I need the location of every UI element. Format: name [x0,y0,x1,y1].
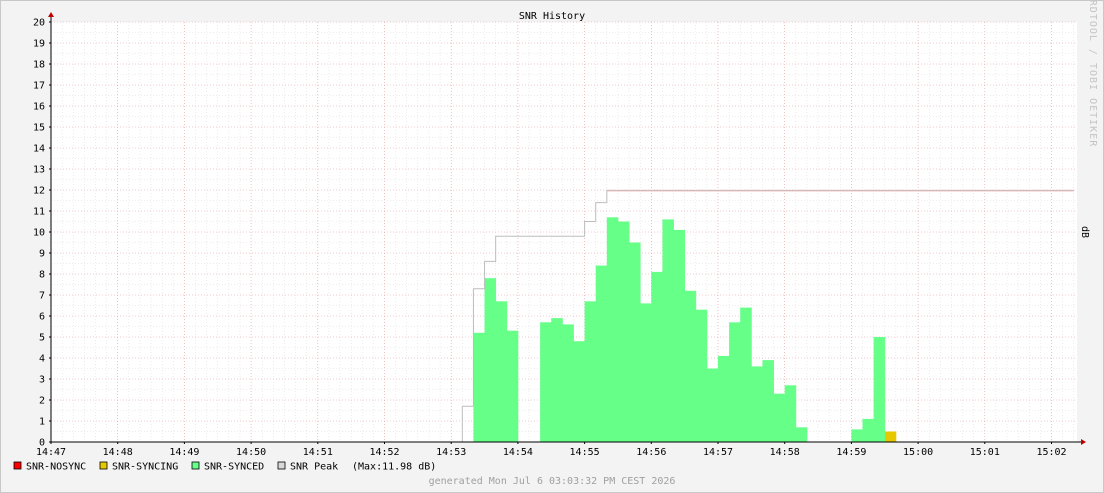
y-tick-label: 2 [39,396,45,407]
bar-snr-synced [729,322,741,442]
x-tick-label: 14:58 [770,447,800,458]
legend-swatch-snr-peak [277,461,286,470]
y-axis-arrow [48,12,54,17]
y-tick-labels: 01234567891011121314151617181920 [33,18,45,449]
bar-snr-synced [506,330,519,442]
y-tick-label: 12 [33,186,45,197]
bar-snr-synced [651,271,663,442]
bar-snr-synced [473,332,485,442]
x-tick-label: 14:51 [303,447,333,458]
y-tick-label: 11 [33,207,45,218]
legend-swatch-snr-nosync [13,461,22,470]
y-tick-label: 10 [33,228,45,239]
legend-max-note: (Max:11.98 dB) [352,462,436,473]
bar-snr-synced [706,368,719,442]
x-tick-label: 14:52 [369,447,399,458]
bar-snr-synced [640,303,652,442]
bar-snr-synced [795,427,808,442]
x-tick-label: 14:47 [36,447,66,458]
y-tick-label: 19 [33,39,45,50]
y-tick-label: 16 [33,102,45,113]
x-tick-label: 14:55 [570,447,600,458]
x-axis-arrow [1081,439,1086,445]
bar-snr-synced [784,385,797,442]
y-tick-label: 6 [39,312,45,323]
bar-snr-synced [551,318,563,442]
x-tick-label: 14:49 [169,447,199,458]
y-tick-label: 13 [33,165,45,176]
footer-generated: generated Mon Jul 6 03:03:32 PM CEST 202… [429,476,676,487]
legend-label: SNR-SYNCING [112,462,178,473]
y-tick-label: 17 [33,81,45,92]
legend-label: SNR-NOSYNC [26,462,86,473]
x-tick-label: 14:54 [503,447,533,458]
bar-snr-synced [684,290,697,442]
bar-snr-synced [629,242,641,442]
x-tick-label: 15:01 [970,447,1000,458]
bar-snr-synced [740,307,752,442]
x-tick-label: 14:53 [436,447,466,458]
bar-snr-synced [695,309,708,442]
y-tick-label: 9 [39,249,45,260]
x-tick-label: 15:02 [1036,447,1066,458]
x-tick-label: 14:57 [703,447,733,458]
y-tick-label: 5 [39,333,45,344]
bar-snr-synced [484,278,497,442]
bar-snr-synced [751,366,763,442]
watermark: RRDTOOL / TOBI OETIKER [1087,0,1098,147]
bar-snr-synced [851,429,863,442]
x-tick-label: 14:50 [236,447,266,458]
x-tick-label: 14:56 [636,447,666,458]
y-tick-label: 3 [39,375,45,386]
chart-title: SNR History [519,11,585,22]
bar-snr-synced [540,322,552,442]
bar-snr-synced [584,301,597,442]
bar-snr-synced [718,355,730,442]
bar-snr-syncing [884,431,897,442]
y-tick-label: 20 [33,18,45,29]
x-tick-label: 14:59 [836,447,866,458]
bar-snr-synced [595,265,608,442]
legend: SNR-NOSYNC SNR-SYNCING SNR-SYNCED SNR Peak (… [13,461,436,473]
bar-snr-synced [562,324,574,442]
bar-snr-synced [662,219,674,442]
bar-snr-synced [617,221,630,442]
x-tick-labels: 14:47 14:48 14:49 14:50 14:51 14:52 14:53 14:54… [36,447,1067,458]
y-tick-label: 1 [39,417,45,428]
bar-snr-synced [873,337,886,442]
legend-label: SNR-SYNCED [204,462,264,473]
y-tick-label: 7 [39,291,45,302]
legend-swatch-snr-syncing [99,461,108,470]
x-tick-label: 15:00 [903,447,933,458]
bar-snr-synced [606,217,619,442]
bar-snr-synced [495,301,508,442]
y-tick-label: 18 [33,60,45,71]
bar-snr-synced [573,341,585,442]
bar-snr-synced [673,229,686,442]
legend-swatch-snr-synced [191,461,200,470]
legend-label: SNR Peak [290,462,338,473]
x-tick-label: 14:48 [103,447,133,458]
bar-snr-synced [862,418,875,442]
y-tick-label: 4 [39,354,45,365]
snr-history-chart: 01234567891011121314151617181920 14:47 14… [13,0,1098,487]
y-tick-label: 15 [33,123,45,134]
y-tick-label: 14 [33,144,45,155]
bar-snr-synced [773,393,786,442]
bar-snr-synced [762,360,774,442]
y-axis-label: dB [1079,226,1090,238]
y-tick-label: 8 [39,270,45,281]
